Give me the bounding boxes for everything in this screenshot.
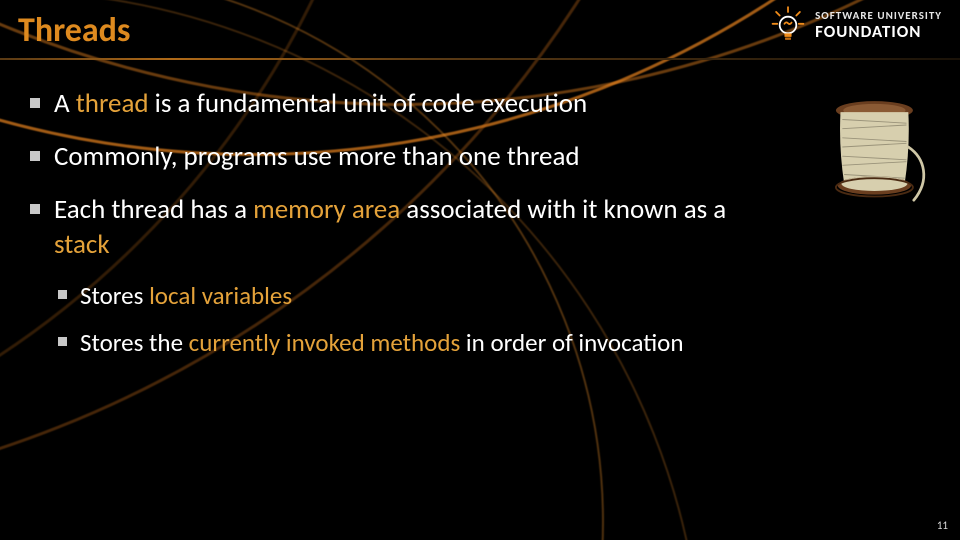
sub-bullet-item: Stores local variables (54, 280, 934, 313)
highlight-term: stack (54, 228, 110, 261)
highlight-term: local variables (149, 280, 292, 311)
highlight-term: thread (76, 87, 149, 120)
bullet-text: in order of invocation (460, 327, 683, 358)
slide-body: A thread is a fundamental unit of code e… (26, 86, 934, 373)
bullet-item: Each thread has a memory area associated… (26, 192, 934, 262)
slide-title: Threads (18, 10, 131, 51)
bullet-text: Stores the (80, 327, 189, 358)
bullet-item: Commonly, programs use more than one thr… (26, 139, 934, 174)
bullet-text: Commonly, programs use more than one thr… (54, 140, 580, 173)
bullet-text: A (54, 87, 76, 120)
bullet-text: Stores (80, 280, 149, 311)
lightbulb-idea-icon (769, 6, 807, 44)
highlight-term: memory area (253, 193, 400, 226)
highlight-term: currently invoked methods (189, 327, 461, 358)
bullet-text: associated with it known as a (400, 193, 726, 226)
bullet-text: is a fundamental unit of code execution (149, 87, 588, 120)
page-number: 11 (937, 519, 948, 532)
sub-bullet-item: Stores the currently invoked methods in … (54, 327, 934, 360)
brand-line-1: SOFTWARE UNIVERSITY (815, 10, 942, 21)
brand-line-2: FOUNDATION (815, 23, 942, 40)
brand-logo: SOFTWARE UNIVERSITY FOUNDATION (769, 6, 942, 44)
title-underline (0, 58, 960, 60)
bullet-item: A thread is a fundamental unit of code e… (26, 86, 934, 121)
bullet-text: Each thread has a (54, 193, 253, 226)
